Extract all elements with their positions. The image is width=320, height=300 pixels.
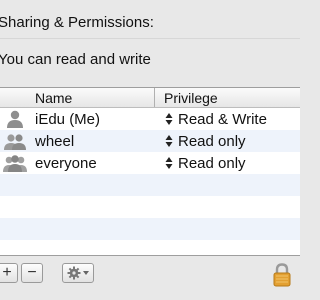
user-name: everyone bbox=[35, 155, 97, 172]
privilege-value[interactable]: Read only bbox=[178, 155, 246, 172]
gear-icon bbox=[67, 266, 81, 280]
table-row[interactable]: iEdu (Me) Read & Write bbox=[0, 108, 300, 130]
empty-row bbox=[0, 240, 300, 255]
add-button[interactable]: + bbox=[0, 263, 18, 283]
section-title: Sharing & Permissions: bbox=[0, 14, 154, 31]
privilege-stepper-icon[interactable] bbox=[165, 156, 173, 170]
column-header-name[interactable]: Name bbox=[35, 90, 72, 106]
privilege-value[interactable]: Read only bbox=[178, 133, 246, 150]
user-name: wheel bbox=[35, 133, 75, 150]
column-separator bbox=[154, 88, 155, 107]
privilege-value[interactable]: Read & Write bbox=[178, 111, 267, 128]
group-icon bbox=[3, 132, 28, 150]
remove-button[interactable]: − bbox=[21, 263, 43, 283]
table-header: Name Privilege bbox=[0, 88, 300, 108]
action-menu-button[interactable] bbox=[62, 263, 94, 283]
empty-row bbox=[0, 218, 300, 240]
table-row[interactable]: wheel Read only bbox=[0, 130, 300, 152]
table-row[interactable]: everyone Read only bbox=[0, 152, 300, 174]
empty-row bbox=[0, 174, 300, 196]
column-header-privilege[interactable]: Privilege bbox=[164, 90, 218, 106]
everyone-group-icon bbox=[3, 154, 28, 172]
divider bbox=[0, 38, 300, 39]
bottom-toolbar: + − bbox=[0, 258, 300, 288]
permission-summary: You can read and write bbox=[0, 51, 151, 68]
empty-row bbox=[0, 196, 300, 218]
single-user-icon bbox=[3, 110, 28, 128]
lock-icon[interactable] bbox=[272, 263, 292, 287]
permissions-table: Name Privilege iEdu (Me) Read & Write wh bbox=[0, 87, 300, 256]
privilege-stepper-icon[interactable] bbox=[165, 134, 173, 148]
chevron-down-icon bbox=[83, 270, 89, 276]
privilege-stepper-icon[interactable] bbox=[165, 112, 173, 126]
user-name: iEdu (Me) bbox=[35, 111, 101, 128]
